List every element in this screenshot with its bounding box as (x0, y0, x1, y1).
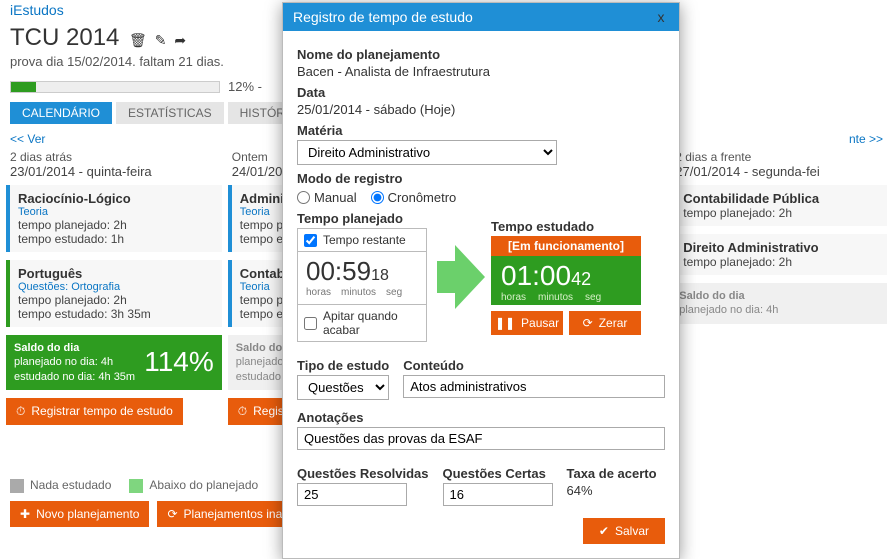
progress-pct: 12% - (228, 79, 262, 94)
planned-time-box: Tempo restante 00:5918 horasminutosseg A… (297, 228, 427, 342)
date-value: 25/01/2014 - sábado (Hoje) (297, 102, 665, 117)
legend-none: Nada estudado (10, 478, 111, 493)
card-planned: tempo planejado: 2h (683, 255, 879, 269)
nav-next[interactable]: nte >> (849, 132, 883, 146)
study-type-select[interactable]: Questões (297, 375, 389, 400)
planned-time-sec: 18 (371, 267, 389, 284)
clock-icon: ⏱ (238, 404, 247, 419)
remaining-time-check[interactable] (304, 234, 317, 247)
mode-manual[interactable]: Manual (297, 190, 357, 205)
card-category: Questões: Ortografia (18, 281, 214, 293)
col-rel: 2 dias a frente (675, 150, 883, 164)
balance-pct: 114% (144, 346, 214, 378)
label-mode: Modo de registro (297, 171, 665, 186)
study-card[interactable]: Português Questões: Ortografia tempo pla… (6, 260, 222, 327)
accuracy-rate: 64% (567, 483, 657, 498)
notes-input[interactable] (297, 427, 665, 450)
plan-name: Bacen - Analista de Infraestrutura (297, 64, 665, 79)
clock-icon: ⏱ (16, 404, 25, 419)
label-rate: Taxa de acerto (567, 466, 657, 481)
day-balance: Saldo do diaplanejado no dia: 4h (671, 283, 887, 324)
col-date: 23/01/2014 - quinta-feira (10, 164, 218, 179)
pause-button[interactable]: ❚❚Pausar (491, 311, 563, 335)
card-done: tempo estudado: 1h (18, 232, 214, 246)
content-input[interactable] (403, 375, 665, 398)
edit-icon[interactable] (155, 32, 167, 48)
card-title: Raciocínio-Lógico (18, 191, 214, 206)
running-timer: 01:0042 horasminutosseg (491, 256, 641, 305)
tab-stats[interactable]: ESTATÍSTICAS (116, 102, 224, 124)
subject-select[interactable]: Direito Administrativo (297, 140, 557, 165)
label-date: Data (297, 85, 665, 100)
study-time-modal: Registro de tempo de estudo x Nome do pl… (282, 2, 680, 559)
col-rel: 2 dias atrás (10, 150, 218, 164)
day-balance: Saldo do diaplanejado no dia: 4hestudado… (6, 335, 222, 390)
card-done: tempo estudado: 3h 35m (18, 307, 214, 321)
label-correct: Questões Certas (443, 466, 553, 481)
study-card[interactable]: Direito Administrativo tempo planejado: … (671, 234, 887, 275)
timer-status: [Em funcionamento] (491, 236, 641, 256)
solved-input[interactable] (297, 483, 407, 506)
label-notes: Anotações (297, 410, 665, 425)
card-planned: tempo planejado: 2h (683, 206, 879, 220)
study-card[interactable]: Contabilidade Pública tempo planejado: 2… (671, 185, 887, 226)
legend-below: Abaixo do planejado (129, 478, 258, 493)
arrow-icon (437, 245, 481, 309)
correct-input[interactable] (443, 483, 553, 506)
reset-icon: ⟳ (583, 316, 593, 330)
plan-title: TCU 2014 (10, 24, 119, 52)
label-studied-time: Tempo estudado (491, 219, 641, 234)
label-solved: Questões Resolvidas (297, 466, 429, 481)
card-planned: tempo planejado: 2h (18, 293, 214, 307)
label-study-type: Tipo de estudo (297, 358, 389, 373)
nav-prev[interactable]: << Ver (10, 132, 45, 146)
save-button[interactable]: ✔Salvar (583, 518, 665, 544)
study-card[interactable]: Raciocínio-Lógico Teoria tempo planejado… (6, 185, 222, 252)
progress-bar (10, 81, 220, 93)
delete-icon[interactable] (129, 32, 147, 48)
label-planned-time: Tempo planejado (297, 211, 427, 226)
reset-button[interactable]: ⟳Zerar (569, 311, 641, 335)
refresh-icon: ⟳ (167, 507, 177, 521)
mode-timer[interactable]: Cronômetro (371, 190, 457, 205)
plus-icon: ✚ (20, 507, 30, 521)
planned-time-main: 00:59 (306, 256, 371, 286)
close-icon[interactable]: x (653, 9, 669, 25)
card-title: Contabilidade Pública (683, 191, 879, 206)
tab-calendar[interactable]: CALENDÁRIO (10, 102, 112, 124)
modal-title: Registro de tempo de estudo (293, 9, 473, 25)
col-date: 27/01/2014 - segunda-fei (675, 164, 883, 179)
card-category: Teoria (18, 206, 214, 218)
card-planned: tempo planejado: 2h (18, 218, 214, 232)
pause-icon: ❚❚ (495, 316, 515, 330)
card-title: Português (18, 266, 214, 281)
inactive-plans-button[interactable]: ⟳Planejamentos inat (157, 501, 295, 527)
check-icon: ✔ (599, 524, 609, 538)
register-time-button[interactable]: ⏱Registrar tempo de estudo (6, 398, 183, 425)
label-plan-name: Nome do planejamento (297, 47, 665, 62)
share-icon[interactable] (174, 32, 186, 48)
card-title: Direito Administrativo (683, 240, 879, 255)
label-subject: Matéria (297, 123, 665, 138)
beep-check[interactable] (304, 317, 317, 330)
new-plan-button[interactable]: ✚Novo planejamento (10, 501, 149, 527)
label-content: Conteúdo (403, 358, 665, 373)
